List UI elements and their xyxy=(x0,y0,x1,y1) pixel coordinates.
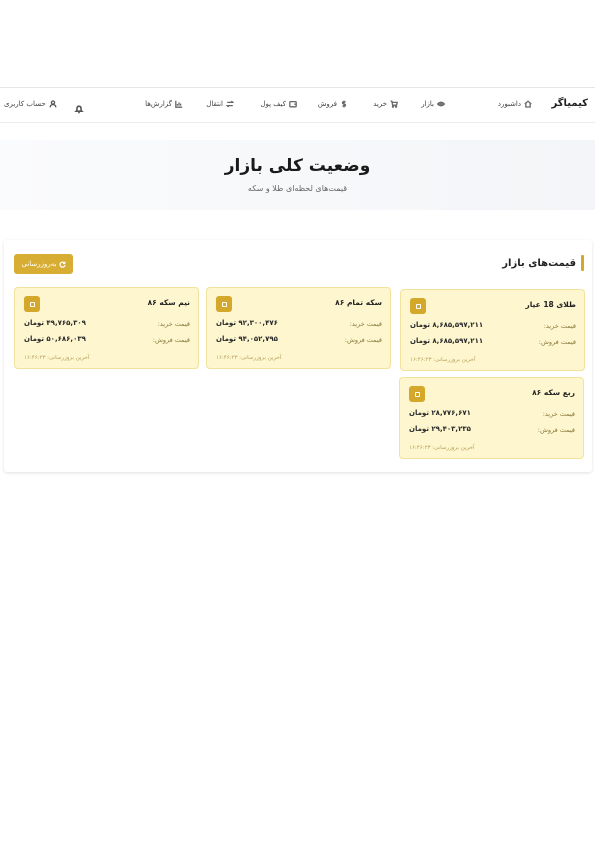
nav-item-label: داشبورد xyxy=(497,100,521,108)
wallet-icon xyxy=(289,100,297,108)
card-action-button[interactable] xyxy=(409,386,425,402)
nav-item-buy[interactable]: خرید xyxy=(373,100,398,108)
market-prices-panel: قیمت‌های بازار به‌روزرسانی طلای 18 عیار … xyxy=(4,240,592,472)
chart-icon xyxy=(175,100,183,108)
price-card-gold-18k: طلای 18 عیار قیمت خرید: ۸,۶۸۵,۵۹۷,۲۱۱ تو… xyxy=(400,289,585,371)
buy-label: قیمت خرید: xyxy=(157,320,190,328)
price-card-full-coin: سکه تمام ۸۶ قیمت خرید: ۹۲,۳۰۰,۴۷۶ تومان … xyxy=(206,287,391,369)
sell-price: ۹۴,۰۵۲,۷۹۵ تومان xyxy=(216,335,278,343)
top-navbar: کیمیاگر داشبورد بازار خرید فروش کیف پول … xyxy=(0,87,595,123)
section-title-text: قیمت‌های بازار xyxy=(502,257,576,269)
refresh-label: به‌روزرسانی xyxy=(21,260,57,268)
card-title: نیم سکه ۸۶ xyxy=(147,298,190,307)
card-title: طلای 18 عیار xyxy=(525,300,576,309)
account-menu[interactable]: حساب کاربری xyxy=(4,100,57,108)
nav-item-reports[interactable]: گزارش‌ها xyxy=(145,100,183,108)
home-icon xyxy=(524,100,532,108)
page-subtitle: قیمت‌های لحظه‌ای طلا و سکه xyxy=(247,184,348,193)
hero-banner: وضعیت کلی بازار قیمت‌های لحظه‌ای طلا و س… xyxy=(0,140,595,210)
square-icon xyxy=(415,303,421,309)
brand-logo[interactable]: کیمیاگر xyxy=(552,98,588,109)
price-card-quarter-coin: ربع سکه ۸۶ قیمت خرید: ۲۸,۷۷۶,۶۷۱ تومان ق… xyxy=(399,377,584,459)
sell-price: ۸,۶۸۵,۵۹۷,۲۱۱ تومان xyxy=(410,337,484,345)
buy-price: ۹۲,۳۰۰,۴۷۶ تومان xyxy=(216,319,278,327)
buy-label: قیمت خرید: xyxy=(543,322,576,330)
price-card-half-coin: نیم سکه ۸۶ قیمت خرید: ۴۹,۷۶۵,۳۰۹ تومان ق… xyxy=(14,287,199,369)
last-updated: آخرین بروزرسانی: ۱۶:۴۶:۲۳ xyxy=(410,357,476,363)
section-title: قیمت‌های بازار xyxy=(502,255,584,271)
nav-item-wallet[interactable]: کیف پول xyxy=(260,100,297,108)
nav-item-label: خرید xyxy=(373,100,387,108)
nav-item-label: فروش xyxy=(317,100,337,108)
section-accent-bar xyxy=(581,255,584,271)
nav-item-sell[interactable]: فروش xyxy=(318,100,348,108)
sell-label: قیمت فروش: xyxy=(152,336,190,344)
refresh-icon xyxy=(58,260,66,268)
sell-label: قیمت فروش: xyxy=(538,338,576,346)
square-icon xyxy=(221,301,227,307)
card-title: سکه تمام ۸۶ xyxy=(335,298,382,307)
card-action-button[interactable] xyxy=(216,296,232,312)
nav-item-label: بازار xyxy=(421,100,434,108)
nav-item-transfer[interactable]: انتقال xyxy=(206,100,234,108)
sell-label: قیمت فروش: xyxy=(344,336,382,344)
refresh-button[interactable]: به‌روزرسانی xyxy=(14,254,73,274)
card-title: ربع سکه ۸۶ xyxy=(532,388,575,397)
last-updated: آخرین بروزرسانی: ۱۶:۴۶:۲۳ xyxy=(24,355,90,361)
cart-icon xyxy=(390,100,398,108)
buy-label: قیمت خرید: xyxy=(349,320,382,328)
nav-item-market[interactable]: بازار xyxy=(421,100,445,108)
sell-price: ۵۰,۶۸۶,۰۳۹ تومان xyxy=(24,335,86,343)
nav-item-dashboard[interactable]: داشبورد xyxy=(498,100,532,108)
sell-price: ۲۹,۴۰۳,۲۳۵ تومان xyxy=(409,425,471,433)
last-updated: آخرین بروزرسانی: ۱۶:۴۶:۲۳ xyxy=(216,355,282,361)
user-icon xyxy=(49,100,57,108)
transfer-icon xyxy=(226,100,234,108)
last-updated: آخرین بروزرسانی: ۱۶:۴۶:۲۳ xyxy=(409,445,475,451)
eye-icon xyxy=(437,101,445,107)
nav-item-label: گزارش‌ها xyxy=(145,100,172,108)
dollar-icon xyxy=(341,100,347,108)
page-title: وضعیت کلی بازار xyxy=(224,156,371,176)
bell-icon xyxy=(74,105,84,114)
square-icon xyxy=(29,301,35,307)
buy-price: ۴۹,۷۶۵,۳۰۹ تومان xyxy=(24,319,86,327)
nav-item-label: انتقال xyxy=(206,100,223,108)
sell-label: قیمت فروش: xyxy=(537,426,575,434)
card-action-button[interactable] xyxy=(24,296,40,312)
buy-label: قیمت خرید: xyxy=(542,410,575,418)
square-icon xyxy=(414,391,420,397)
nav-item-label: کیف پول xyxy=(260,100,286,108)
buy-price: ۸,۶۸۵,۵۹۷,۲۱۱ تومان xyxy=(410,321,484,329)
account-label: حساب کاربری xyxy=(4,100,46,108)
card-action-button[interactable] xyxy=(410,298,426,314)
notifications-button[interactable] xyxy=(74,99,84,114)
buy-price: ۲۸,۷۷۶,۶۷۱ تومان xyxy=(409,409,471,417)
